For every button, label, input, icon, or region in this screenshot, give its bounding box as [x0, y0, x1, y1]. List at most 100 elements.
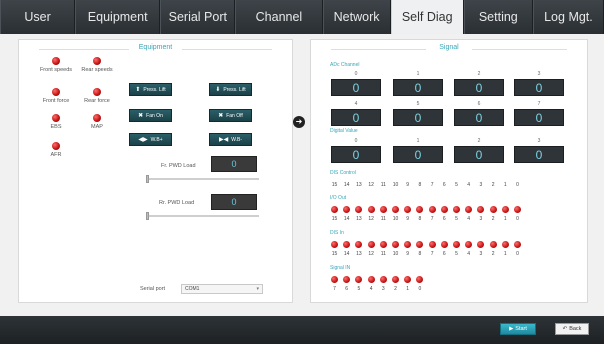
serial-port-label: Serial port: [140, 286, 166, 292]
tab-log-mgt[interactable]: Log Mgt.: [532, 0, 604, 34]
label-afr: AFR: [50, 152, 62, 158]
dis-in-led: [477, 241, 485, 248]
arrow-right-icon: ➜: [293, 116, 305, 128]
adc-value-box: 0: [454, 109, 504, 126]
led-front-force: [52, 88, 60, 96]
control-button-1[interactable]: ⬇ Press. Lift: [209, 83, 252, 96]
fr-pwd-slider-thumb[interactable]: [146, 175, 149, 183]
tab-channel[interactable]: Channel: [235, 0, 323, 34]
adc-channel-number: 5: [416, 101, 420, 107]
tab-setting[interactable]: Setting: [463, 0, 533, 34]
tab-network[interactable]: Network: [322, 0, 391, 34]
dis-control-bit: 12: [368, 182, 374, 188]
dis-in-bit: 14: [343, 251, 350, 257]
fan-icon: ✖: [138, 112, 144, 119]
dis-in-led: [453, 241, 460, 248]
signal-in-bit: 6: [345, 286, 349, 292]
digital-channel-number: 3: [537, 138, 541, 144]
dis-in-bit: 1: [503, 251, 507, 257]
io-out-bit: 7: [430, 216, 434, 222]
rr-pwd-slider-track[interactable]: [147, 215, 259, 217]
dis-control-bit: 8: [418, 182, 422, 188]
compress-icon: ▶◀: [218, 136, 229, 143]
dis-in-bit: 5: [455, 251, 458, 257]
control-button-2[interactable]: ✖ Fan On: [129, 109, 172, 122]
io-out-bit: 12: [368, 216, 374, 222]
label-front-force: Front force: [42, 98, 70, 104]
adc-value-box: 0: [393, 109, 443, 126]
led-rear-force: [93, 88, 101, 96]
dis-control-bit: 7: [430, 182, 434, 188]
io-out-led: [477, 206, 485, 213]
fr-pwd-slider-track[interactable]: [147, 178, 259, 180]
chevron-down-icon: ▾: [256, 286, 259, 292]
control-button-0[interactable]: ⬆ Press. Lift: [129, 83, 172, 96]
io-out-bit: 15: [331, 216, 338, 222]
adc-value-box: 0: [331, 79, 381, 96]
io-out-led: [367, 206, 375, 213]
signal-in-bit: 2: [394, 286, 397, 292]
control-button-3[interactable]: ✖ Fan Off: [209, 109, 252, 122]
dis-control-bit: 2: [491, 182, 495, 188]
io-out-bit: 5: [455, 216, 458, 222]
dis-in-bit: 15: [331, 251, 338, 257]
dis-control-bit: 1: [503, 182, 507, 188]
signal-in-label: Signal IN: [330, 265, 351, 271]
rr-pwd-slider-thumb[interactable]: [146, 212, 149, 220]
io-out-led: [331, 206, 338, 213]
digital-value-box: 0: [514, 146, 564, 163]
io-out-bit: 4: [467, 216, 471, 222]
control-button-label: Fan Off: [226, 112, 243, 119]
io-out-bit: 0: [516, 216, 519, 222]
signal-in-led: [331, 276, 338, 283]
dis-in-bit: 3: [479, 251, 483, 257]
tab-user[interactable]: User: [0, 0, 76, 34]
serial-port-select[interactable]: COM1 ▾: [181, 284, 263, 294]
self-diag-screen: User Equipment Serial Port Channel Network Se…: [0, 0, 604, 344]
dis-control-bit: 0: [516, 182, 519, 188]
dis-control-bit: 15: [331, 182, 338, 188]
dis-control-bit: 14: [343, 182, 350, 188]
signal-in-bit: 3: [381, 286, 385, 292]
io-out-led: [465, 206, 473, 213]
control-button-label: W.B-: [231, 136, 243, 143]
equipment-panel: Equipment Front speeds Rear speeds Front f…: [18, 39, 293, 303]
led-afr: [52, 142, 60, 150]
adc-channel-number: 7: [537, 101, 541, 107]
dis-control-bit: 5: [455, 182, 458, 188]
io-out-led: [453, 206, 460, 213]
dis-in-bit: 7: [430, 251, 434, 257]
rr-pwd-value: 0: [211, 194, 257, 210]
io-out-bit: 11: [380, 216, 386, 222]
tab-self-diag[interactable]: Self Diag: [390, 0, 464, 34]
tab-equipment[interactable]: Equipment: [75, 0, 161, 34]
dis-in-bit: 12: [368, 251, 374, 257]
control-button-4[interactable]: ◀▶ W.B+: [129, 133, 172, 146]
io-out-bit: 14: [343, 216, 350, 222]
digital-channel-number: 2: [477, 138, 481, 144]
dis-in-led: [440, 241, 448, 248]
dis-in-led: [392, 241, 399, 248]
dis-in-bit: 6: [442, 251, 446, 257]
led-rear-speeds: [93, 57, 101, 65]
fr-pwd-label: Fr. PWD Load: [161, 163, 196, 169]
digital-channel-number: 1: [416, 138, 420, 144]
signal-in-led: [404, 276, 412, 283]
dis-in-led: [489, 241, 497, 248]
label-map: MAP: [91, 124, 103, 130]
dis-control-bit: 11: [380, 182, 386, 188]
control-button-label: W.B+: [150, 136, 163, 143]
io-out-led: [501, 206, 509, 213]
dis-control-bit: 10: [392, 182, 399, 188]
dis-control-label: DIS Control: [330, 170, 356, 176]
adc-channel-number: 0: [354, 71, 358, 77]
expand-icon: ◀▶: [138, 136, 148, 143]
io-out-bit: 3: [479, 216, 483, 222]
dis-in-led: [428, 241, 436, 248]
start-button[interactable]: ▶ Start: [500, 323, 536, 335]
tab-serial-port[interactable]: Serial Port: [160, 0, 236, 34]
back-button[interactable]: ↶ Back: [555, 323, 589, 335]
dis-in-led: [367, 241, 375, 248]
control-button-5[interactable]: ▶◀ W.B-: [209, 133, 252, 146]
digital-value-box: 0: [331, 146, 381, 163]
